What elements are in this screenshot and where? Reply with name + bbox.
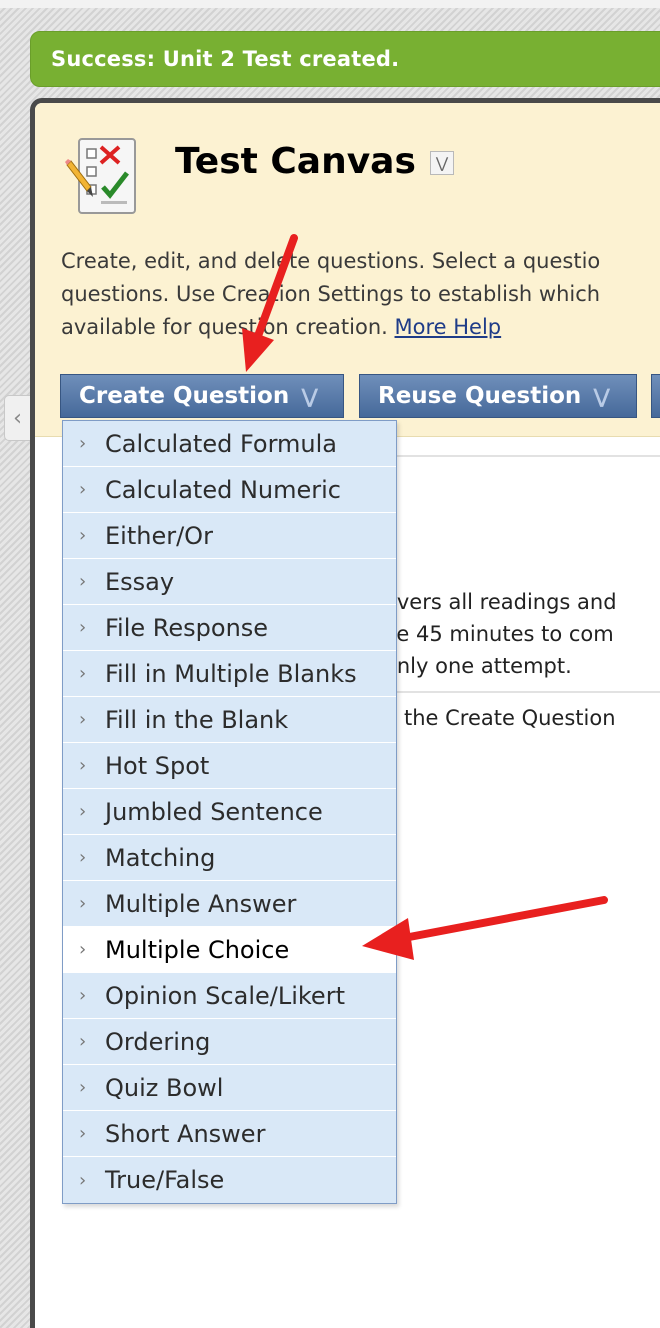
menu-item-label: Opinion Scale/Likert: [105, 981, 345, 1010]
empty-hint: n the Create Question: [384, 706, 616, 730]
menu-item[interactable]: › Short Answer: [63, 1111, 396, 1157]
menu-item[interactable]: › Opinion Scale/Likert: [63, 973, 396, 1019]
chevron-right-icon: ›: [79, 1031, 87, 1052]
reuse-question-label: Reuse Question: [378, 383, 582, 409]
chevron-right-icon: ›: [79, 663, 87, 684]
chevron-right-icon: ›: [79, 985, 87, 1006]
menu-item-label: Multiple Answer: [105, 889, 297, 918]
double-chevron-down-icon: ⋁: [593, 384, 611, 408]
success-message: Success: Unit 2 Test created.: [51, 47, 400, 71]
test-description: overs all readings and ve 45 minutes to …: [384, 586, 660, 682]
more-help-link[interactable]: More Help: [395, 315, 502, 339]
menu-item[interactable]: › Ordering: [63, 1019, 396, 1065]
chevron-right-icon: ›: [79, 755, 87, 776]
collapse-menu-icon[interactable]: ‹: [4, 395, 30, 441]
description-line: Create, edit, and delete questions. Sele…: [61, 249, 601, 273]
chevron-right-icon: ›: [79, 939, 87, 960]
test-description-line: ve 45 minutes to com: [384, 622, 614, 646]
chevron-right-icon: ›: [79, 801, 87, 822]
menu-item[interactable]: › Fill in Multiple Blanks: [63, 651, 396, 697]
divider: [390, 691, 660, 693]
page-title: Test Canvas: [175, 141, 416, 182]
success-notification: Success: Unit 2 Test created.: [30, 31, 660, 87]
menu-item-label: Short Answer: [105, 1119, 266, 1148]
page-description: Create, edit, and delete questions. Sele…: [61, 245, 660, 344]
chevron-right-icon: ›: [79, 893, 87, 914]
chevron-right-icon: ›: [79, 617, 87, 638]
test-description-line: overs all readings and: [384, 590, 617, 614]
create-question-button[interactable]: Create Question ⋁: [60, 374, 344, 418]
double-chevron-down-icon: ⋁: [301, 384, 319, 408]
menu-item[interactable]: › Hot Spot: [63, 743, 396, 789]
menu-item[interactable]: › Multiple Choice: [63, 927, 396, 973]
create-question-menu: › Calculated Formula › Calculated Numeric › E…: [62, 420, 397, 1204]
chevron-right-icon: ›: [79, 525, 87, 546]
menu-item-label: Fill in Multiple Blanks: [105, 659, 357, 688]
chevron-right-icon: ›: [79, 709, 87, 730]
menu-item-label: Fill in the Blank: [105, 705, 289, 734]
menu-item[interactable]: › Matching: [63, 835, 396, 881]
page-header: Test Canvas ⋁ Create, edit, and delete q…: [35, 103, 660, 437]
menu-item-label: True/False: [105, 1166, 225, 1194]
chevron-down-icon[interactable]: ⋁: [430, 151, 454, 175]
description-line-text: available for question creation.: [61, 315, 388, 339]
reuse-question-button[interactable]: Reuse Question ⋁: [359, 374, 637, 418]
menu-item[interactable]: › Essay: [63, 559, 396, 605]
top-strip: [0, 0, 660, 8]
menu-item[interactable]: › Fill in the Blank: [63, 697, 396, 743]
menu-item-label: Matching: [105, 843, 216, 872]
chevron-right-icon: ›: [79, 1077, 87, 1098]
menu-item-label: Calculated Numeric: [105, 475, 341, 504]
chevron-right-icon: ›: [79, 1169, 87, 1191]
test-checklist-icon: [65, 138, 136, 214]
menu-item-label: Ordering: [105, 1027, 211, 1056]
menu-item-label: Multiple Choice: [105, 935, 290, 964]
menu-item-label: Jumbled Sentence: [105, 797, 323, 826]
chevron-right-icon: ›: [79, 433, 87, 454]
menu-item[interactable]: › Jumbled Sentence: [63, 789, 396, 835]
menu-item[interactable]: › File Response: [63, 605, 396, 651]
menu-item[interactable]: › Calculated Numeric: [63, 467, 396, 513]
toolbar-button-partial[interactable]: [651, 374, 660, 418]
menu-item-label: Calculated Formula: [105, 429, 337, 458]
menu-item-label: Quiz Bowl: [105, 1073, 224, 1102]
description-line: available for question creation. More He…: [61, 311, 660, 344]
menu-item-label: File Response: [105, 613, 269, 642]
chevron-right-icon: ›: [79, 847, 87, 868]
chevron-right-icon: ›: [79, 1123, 87, 1144]
menu-item[interactable]: › Calculated Formula: [63, 421, 396, 467]
description-line: questions. Use Creation Settings to esta…: [61, 282, 601, 306]
menu-item-label: Essay: [105, 567, 175, 596]
chevron-right-icon: ›: [79, 571, 87, 592]
menu-item[interactable]: › Either/Or: [63, 513, 396, 559]
menu-item-label: Either/Or: [105, 521, 213, 550]
chevron-right-icon: ›: [79, 479, 87, 500]
menu-item[interactable]: › True/False: [63, 1157, 396, 1203]
create-question-label: Create Question: [79, 383, 290, 409]
menu-item[interactable]: › Quiz Bowl: [63, 1065, 396, 1111]
menu-item[interactable]: › Multiple Answer: [63, 881, 396, 927]
menu-item-label: Hot Spot: [105, 751, 210, 780]
test-description-line: only one attempt.: [384, 654, 572, 678]
divider: [390, 455, 660, 457]
